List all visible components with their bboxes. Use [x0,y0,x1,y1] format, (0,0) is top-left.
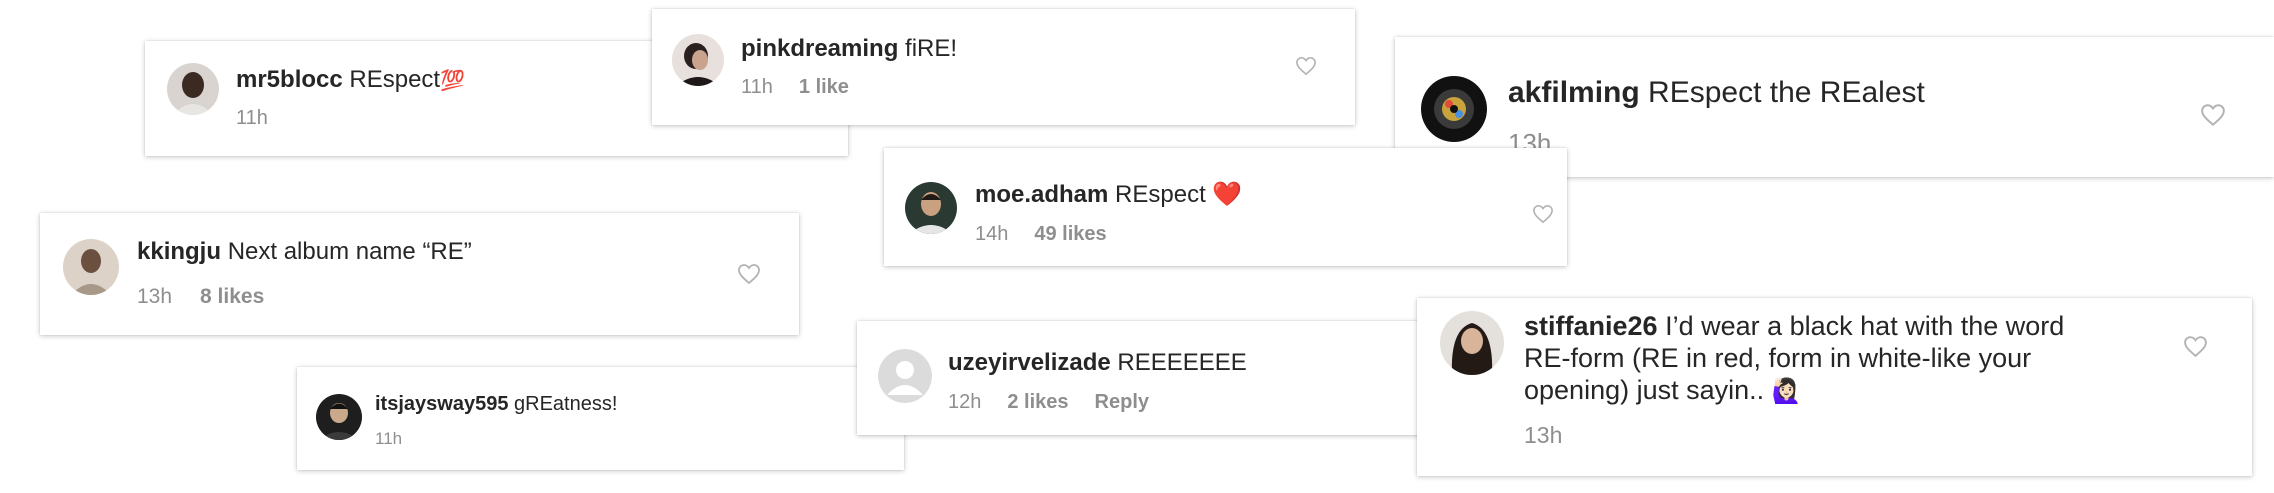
comment-text: fiRE! [905,35,958,62]
comment-meta: 12h 2 likes Reply [948,391,1167,414]
comment-text: REEEEEEE [1117,349,1247,376]
comment-line: moe.adham REspect ❤️ [975,180,1242,209]
comment-line: uzeyirvelizade REEEEEEE [948,349,1247,377]
username[interactable]: moe.adham [975,181,1108,208]
person-raising-hand-emoji-icon: 🙋🏻‍♀️ [1771,378,1802,405]
avatar[interactable] [63,239,119,295]
likes-count[interactable]: 8 likes [200,285,264,308]
comment-meta: 11h [236,107,286,130]
comment-text-line-2: RE-form (RE in red, form in white-like y… [1524,343,2032,373]
likes-count[interactable]: 49 likes [1034,223,1106,245]
heart-outline-icon[interactable] [737,263,761,285]
timestamp[interactable]: 11h [236,107,268,129]
comment-text-line-1: I’d wear a black hat with the word [1665,311,2065,341]
hundred-emoji-icon: 💯 [440,70,465,92]
username[interactable]: stiffanie26 [1524,311,1658,341]
comment-text: REspect [349,66,441,93]
comment-text-line-3: opening) just sayin.. [1524,375,1765,405]
comment-meta: 11h [375,429,417,449]
comment-line: pinkdreaming fiRE! [741,35,957,63]
timestamp[interactable]: 11h [741,76,773,98]
reply-button[interactable]: Reply [1095,391,1149,413]
comment-line: mr5blocc REspect💯 [236,66,465,94]
heart-outline-icon[interactable] [1295,56,1317,76]
red-heart-emoji-icon: ❤️ [1212,181,1243,208]
comment-text: REspect [1115,181,1206,208]
avatar[interactable] [672,34,724,86]
comment-text: REspect the REalest [1648,76,1925,109]
comment-card-moe-adham: moe.adham REspect ❤️ 14h 49 likes [884,148,1567,266]
comment-text: Next album name “RE” [227,238,472,265]
comment-card-uzeyirvelizade: uzeyirvelizade REEEEEEE 12h 2 likes Reply [857,321,1457,435]
default-avatar-icon[interactable] [878,349,932,403]
timestamp[interactable]: 13h [137,285,172,308]
avatar[interactable] [1421,76,1487,142]
timestamp[interactable]: 13h [1524,422,1562,448]
comment-card-pinkdreaming: pinkdreaming fiRE! 11h 1 like [652,9,1355,125]
comment-line: kkingju Next album name “RE” [137,238,472,266]
avatar[interactable] [905,182,957,234]
comment-meta: 14h 49 likes [975,223,1125,246]
username[interactable]: akfilming [1508,76,1640,109]
username[interactable]: pinkdreaming [741,35,898,62]
username[interactable]: itsjaysway595 [375,393,508,415]
comment-card-stiffanie26: stiffanie26 I’d wear a black hat with th… [1417,298,2252,476]
comment-line: itsjaysway595 gREatness! [375,393,617,416]
comment-card-itsjaysway595: itsjaysway595 gREatness! 11h [297,367,904,470]
username[interactable]: kkingju [137,238,221,265]
comment-line: akfilming REspect the REalest [1508,76,1925,110]
avatar[interactable] [1440,311,1504,375]
comment-meta: 13h [1524,422,1583,449]
comment-line: stiffanie26 I’d wear a black hat with th… [1524,310,2064,408]
heart-outline-icon[interactable] [2200,103,2226,127]
avatar[interactable] [167,63,219,115]
comment-meta: 13h 8 likes [137,285,283,309]
comment-meta: 11h 1 like [741,76,867,99]
comment-card-kkingju: kkingju Next album name “RE” 13h 8 likes [40,213,799,335]
comment-text: gREatness! [514,393,618,415]
username[interactable]: uzeyirvelizade [948,349,1111,376]
avatar[interactable] [316,394,362,440]
username[interactable]: mr5blocc [236,66,343,93]
timestamp[interactable]: 12h [948,391,981,413]
likes-count[interactable]: 2 likes [1007,391,1068,413]
timestamp[interactable]: 14h [975,223,1008,245]
heart-outline-icon[interactable] [2183,335,2208,358]
likes-count[interactable]: 1 like [799,76,849,98]
timestamp[interactable]: 11h [375,429,402,448]
heart-outline-icon[interactable] [1532,204,1554,224]
